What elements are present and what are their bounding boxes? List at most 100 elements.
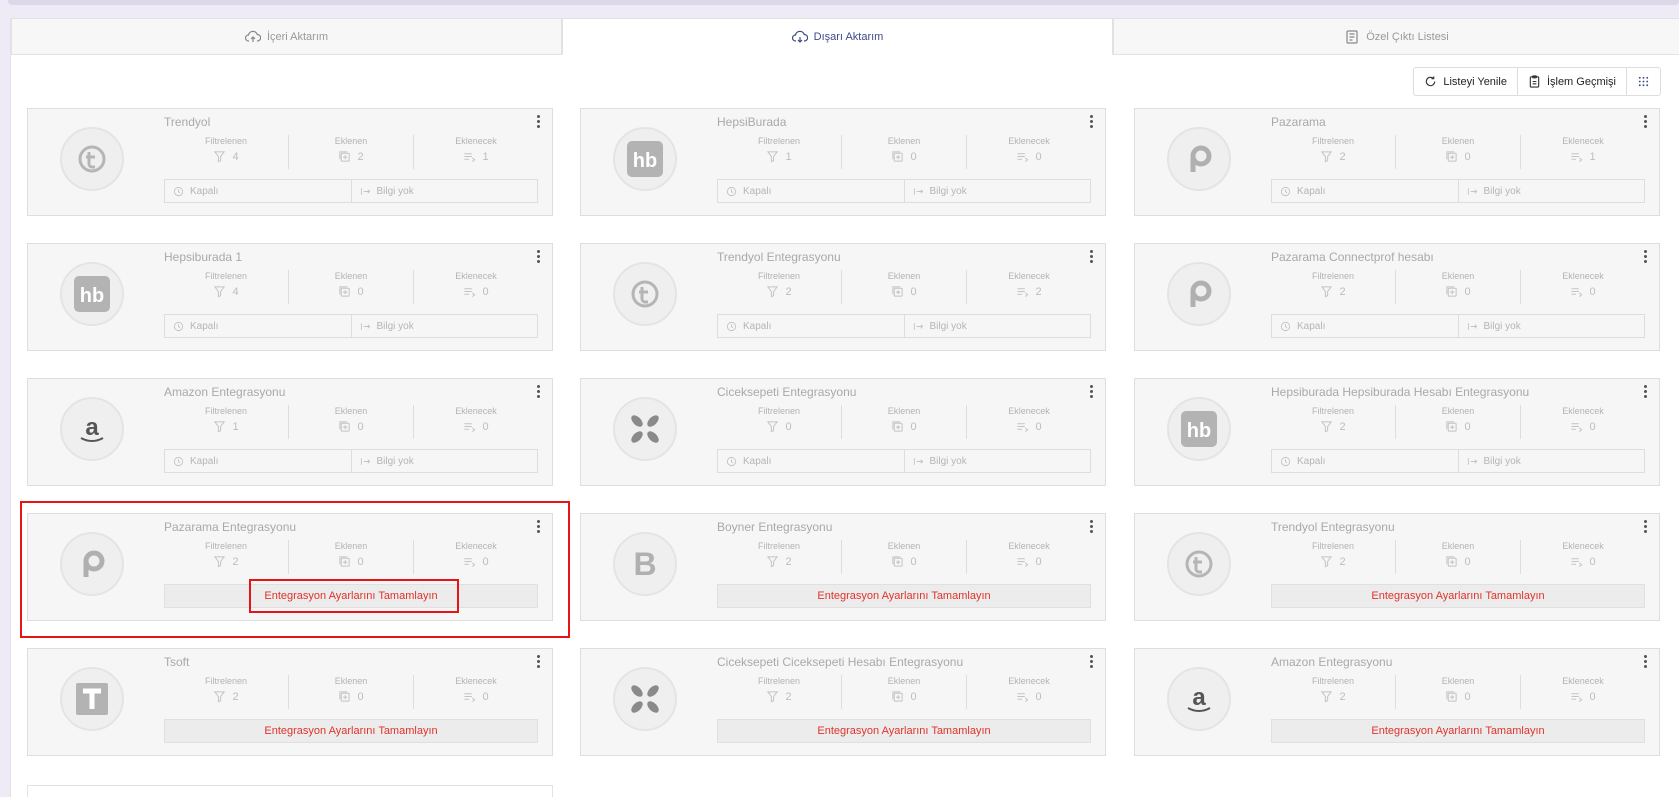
stat-to-add: Eklenecek 0 (1521, 270, 1645, 304)
card-title: Trendyol (164, 115, 211, 129)
more-options-icon[interactable] (1089, 115, 1095, 129)
integration-card[interactable]: a Amazon Entegrasyonu Filtrelenen 1 Ekle… (27, 378, 553, 486)
info-status: Bilgi yok (1459, 315, 1645, 337)
integration-card[interactable]: Ciceksepeti Ciceksepeti Hesabı Entegrasy… (580, 648, 1106, 756)
integration-card[interactable]: Trendyol Entegrasyonu Filtrelenen 2 Ekle… (1134, 513, 1660, 621)
complete-settings-button[interactable]: Entegrasyon Ayarlarını Tamamlayın (717, 584, 1091, 608)
grid-dots-icon (1638, 76, 1649, 87)
more-options-icon[interactable] (536, 520, 542, 534)
integration-card[interactable]: hb HepsiBurada Filtrelenen 1 Eklenen 0 E… (580, 108, 1106, 216)
card-title: Ciceksepeti Entegrasyonu (717, 385, 857, 399)
integration-card[interactable]: Pazarama Filtrelenen 2 Eklenen 0 Eklenec… (1134, 108, 1660, 216)
info-status: Bilgi yok (905, 315, 1091, 337)
more-options-icon[interactable] (1089, 385, 1095, 399)
schedule-status: Kapalı (718, 180, 905, 202)
integration-card[interactable]: hb Hepsiburada Hepsiburada Hesabı Entegr… (1134, 378, 1660, 486)
tab-import[interactable]: İçeri Aktarım (11, 18, 562, 55)
more-options-icon[interactable] (536, 115, 542, 129)
integration-card[interactable]: Ciceksepeti Entegrasyonu Filtrelenen 0 E… (580, 378, 1106, 486)
integration-card[interactable]: Pazarama Connectprof hesabı Filtrelenen … (1134, 243, 1660, 351)
trendyol-logo-icon (78, 145, 106, 173)
arrow-right-bar-icon (1467, 457, 1477, 465)
svg-text:a: a (85, 414, 99, 441)
more-options-icon[interactable] (536, 655, 542, 669)
stat-added: Eklenen 0 (289, 405, 414, 439)
stat-label: Eklenen (1441, 406, 1475, 416)
amazon-logo-icon: a (1187, 684, 1211, 712)
stat-label: Eklenen (887, 676, 921, 686)
status-state: Kapalı (190, 455, 219, 467)
stat-value: 0 (357, 555, 364, 568)
status-state: Kapalı (743, 320, 772, 332)
more-options-icon[interactable] (536, 385, 542, 399)
stat-label: Eklenecek (1562, 406, 1604, 416)
stat-value: 1 (785, 150, 792, 163)
info-status: Bilgi yok (1459, 180, 1645, 202)
integration-card[interactable]: Pazarama Entegrasyonu Filtrelenen 2 Ekle… (27, 513, 553, 621)
grid-view-button[interactable] (1627, 68, 1660, 95)
clock-icon (173, 321, 184, 331)
refresh-list-button[interactable]: Listeyi Yenile (1414, 68, 1518, 95)
copy-plus-icon (1446, 691, 1458, 702)
more-options-icon[interactable] (1089, 655, 1095, 669)
info-status: Bilgi yok (352, 315, 538, 337)
queue-list-icon (1017, 153, 1029, 163)
more-options-icon[interactable] (1089, 250, 1095, 264)
tab-label: Dışarı Aktarım (813, 30, 884, 43)
integration-card[interactable]: Trendyol Entegrasyonu Filtrelenen 2 Ekle… (580, 243, 1106, 351)
integration-logo (1167, 532, 1231, 596)
card-title: Hepsiburada Hepsiburada Hesabı Entegrasy… (1271, 385, 1530, 399)
clock-icon (173, 456, 184, 466)
copy-plus-icon (892, 286, 904, 297)
history-label: İşlem Geçmişi (1546, 75, 1616, 88)
more-options-icon[interactable] (1643, 655, 1649, 669)
stat-label: Eklenen (334, 541, 368, 551)
more-options-icon[interactable] (1643, 520, 1649, 534)
warning-text: Entegrasyon Ayarlarını Tamamlayın (1371, 590, 1545, 602)
status-info: Bilgi yok (929, 320, 967, 332)
complete-settings-button[interactable]: Entegrasyon Ayarlarını Tamamlayın (717, 719, 1091, 743)
stat-value: 0 (910, 555, 917, 568)
status-row: Kapalı Bilgi yok (717, 449, 1091, 473)
stat-to-add: Eklenecek 0 (967, 135, 1091, 169)
warning-text: Entegrasyon Ayarlarını Tamamlayın (264, 725, 438, 737)
stat-value: 0 (1464, 150, 1471, 163)
stat-value: 2 (785, 690, 792, 703)
more-options-icon[interactable] (536, 250, 542, 264)
clock-icon (726, 456, 737, 466)
stat-filtered: Filtrelenen 0 (717, 405, 842, 439)
integration-card[interactable]: a Amazon Entegrasyonu Filtrelenen 2 Ekle… (1134, 648, 1660, 756)
stat-added: Eklenen 0 (842, 675, 967, 709)
more-options-icon[interactable] (1643, 250, 1649, 264)
stats-row: Filtrelenen 1 Eklenen 0 Eklenecek 0 (164, 405, 538, 439)
status-info: Bilgi yok (376, 455, 414, 467)
complete-settings-button[interactable]: Entegrasyon Ayarlarını Tamamlayın (164, 584, 538, 608)
queue-list-icon (1017, 558, 1029, 568)
history-button[interactable]: İşlem Geçmişi (1518, 68, 1627, 95)
more-options-icon[interactable] (1089, 520, 1095, 534)
integration-card[interactable]: Trendyol Filtrelenen 4 Eklenen 2 Eklenec… (27, 108, 553, 216)
stat-label: Eklenen (1441, 271, 1475, 281)
stat-value: 1 (482, 150, 489, 163)
stat-value: 0 (1464, 555, 1471, 568)
stat-label: Filtrelenen (204, 676, 248, 686)
stat-value: 0 (482, 555, 489, 568)
status-info: Bilgi yok (1483, 320, 1521, 332)
tab-export[interactable]: Dışarı Aktarım (562, 18, 1113, 55)
filter-icon (214, 556, 226, 568)
complete-settings-button[interactable]: Entegrasyon Ayarlarını Tamamlayın (1271, 719, 1645, 743)
complete-settings-button[interactable]: Entegrasyon Ayarlarını Tamamlayın (164, 719, 538, 743)
complete-settings-button[interactable]: Entegrasyon Ayarlarını Tamamlayın (1271, 584, 1645, 608)
more-options-icon[interactable] (1643, 385, 1649, 399)
stat-value: 2 (1035, 285, 1042, 298)
stat-label: Eklenen (334, 271, 368, 281)
status-info: Bilgi yok (929, 455, 967, 467)
integration-logo (60, 127, 124, 191)
integration-card[interactable]: B Boyner Entegrasyonu Filtrelenen 2 Ekle… (580, 513, 1106, 621)
tab-custom-output[interactable]: Özel Çıktı Listesi (1113, 18, 1679, 55)
integration-card[interactable]: Tsoft Filtrelenen 2 Eklenen 0 Eklenecek … (27, 648, 553, 756)
clock-icon (726, 321, 737, 331)
integration-card[interactable]: hb Hepsiburada 1 Filtrelenen 4 Eklenen 0… (27, 243, 553, 351)
stat-value: 0 (482, 285, 489, 298)
more-options-icon[interactable] (1643, 115, 1649, 129)
